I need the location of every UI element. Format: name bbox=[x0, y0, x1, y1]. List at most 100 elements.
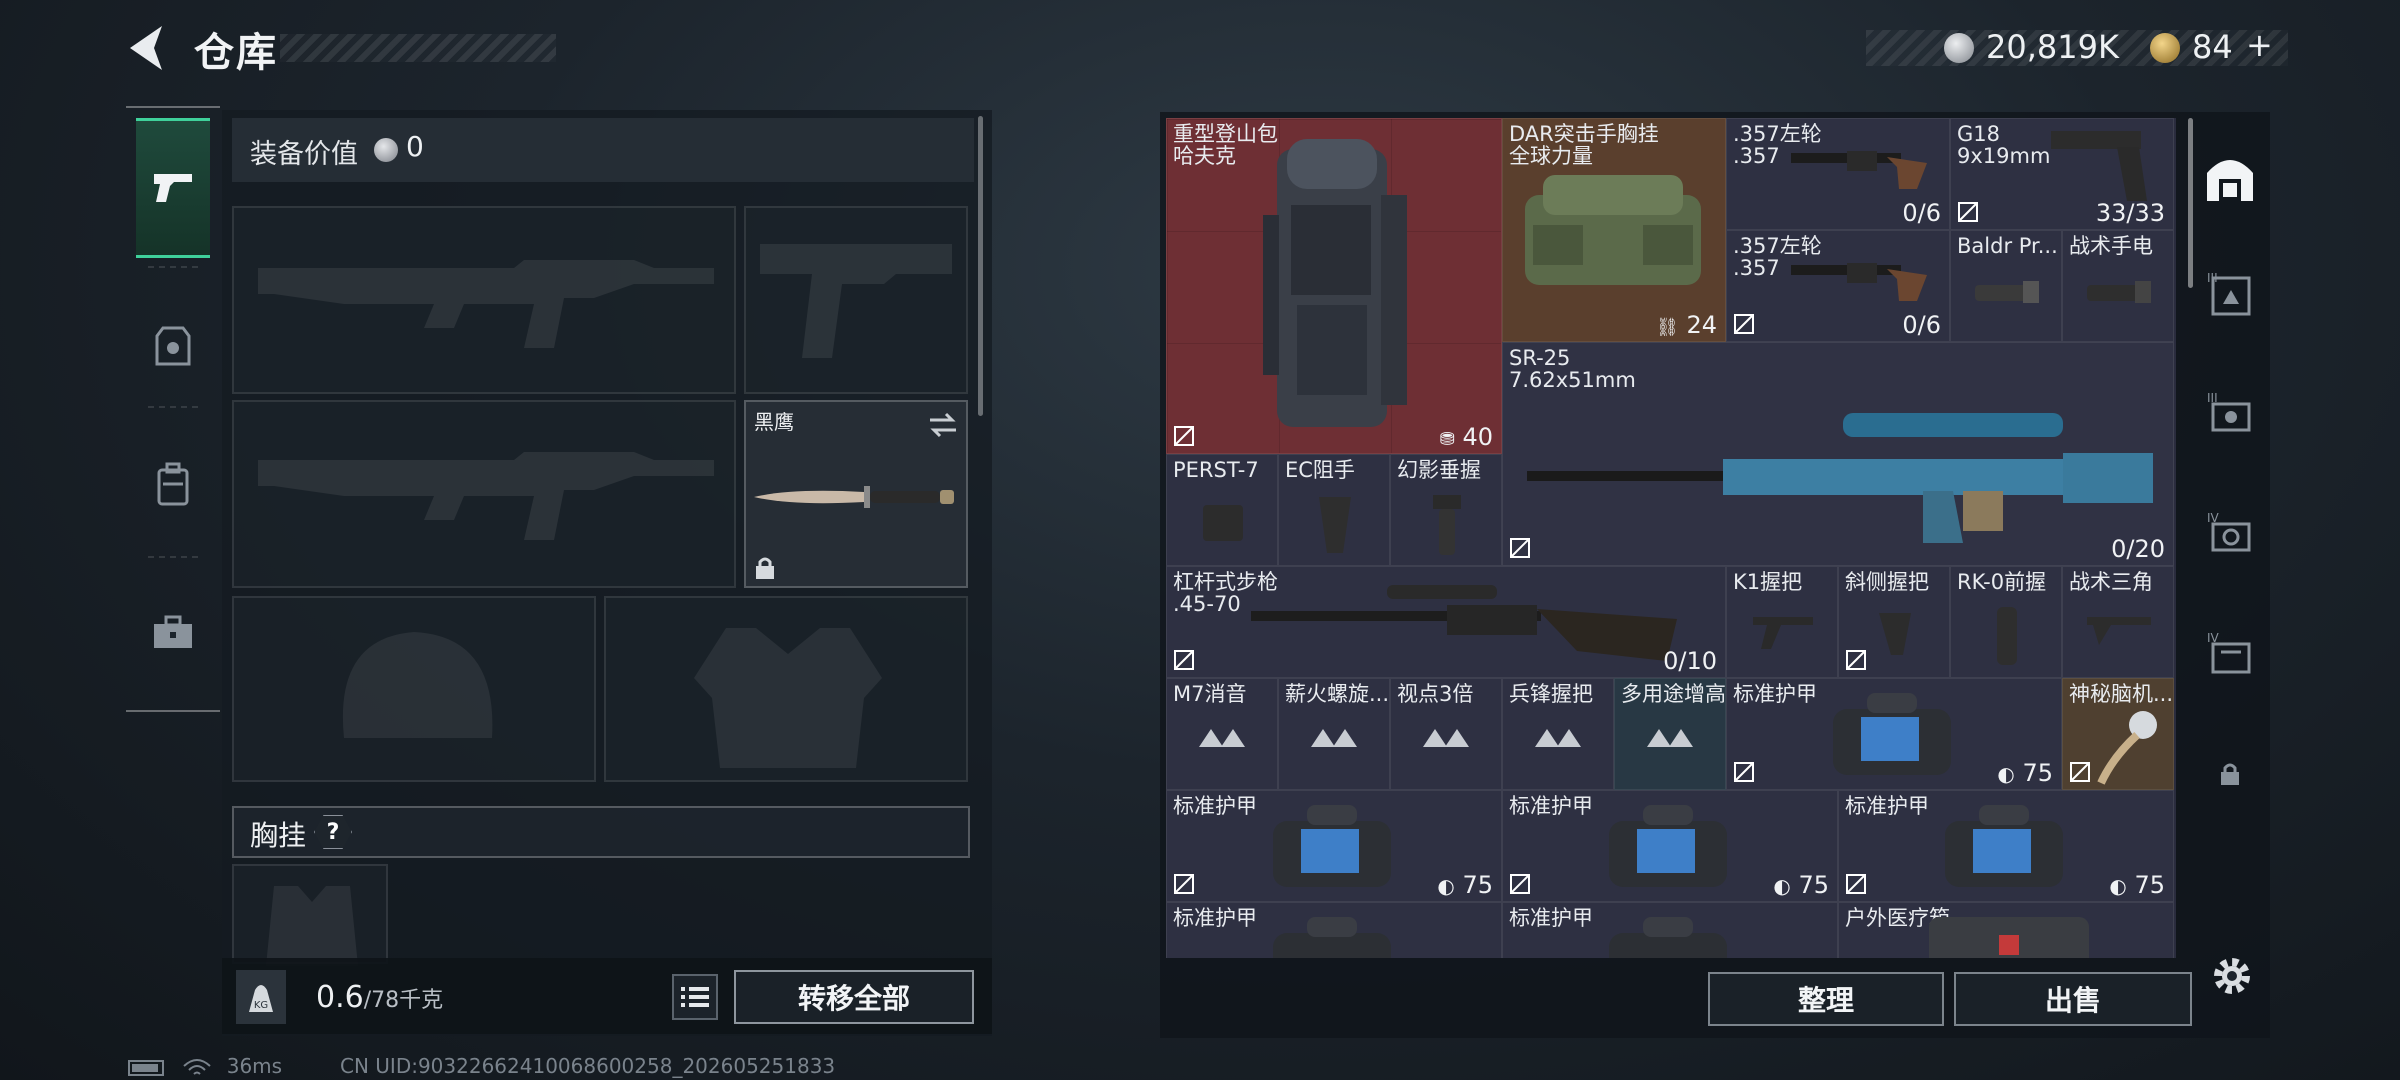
sort-button[interactable]: 整理 bbox=[1708, 972, 1944, 1026]
stash-tab-iii-b[interactable]: III bbox=[2198, 374, 2262, 454]
stash-item-flashlight[interactable]: 战术手电 bbox=[2062, 230, 2174, 342]
stash-item-standard-armor[interactable]: 标准护甲 ◐ 75 bbox=[1502, 790, 1838, 902]
stash-item-standard-armor[interactable]: 标准护甲 bbox=[1502, 902, 1838, 958]
helmet-slot[interactable] bbox=[232, 596, 596, 782]
vertical-grip-icon bbox=[1997, 607, 2017, 665]
sell-button[interactable]: 出售 bbox=[1954, 972, 2192, 1026]
svg-text:KG: KG bbox=[254, 1000, 268, 1011]
add-gold-button[interactable]: + bbox=[2246, 26, 2273, 64]
equipment-scrollbar[interactable] bbox=[978, 116, 983, 416]
primary-weapon-slot[interactable] bbox=[232, 206, 736, 394]
stash-item-backpack[interactable]: 重型登山包 哈夫克 ⛃ 40 bbox=[1166, 118, 1502, 454]
hand-stop-icon bbox=[1319, 497, 1351, 553]
stash-item-sight-3x[interactable]: 视点3倍 bbox=[1390, 678, 1502, 790]
stash-item-chest-rig[interactable]: DAR突击手胸挂 全球力量 ⛓ 24 bbox=[1502, 118, 1726, 342]
stash-item-xinhuo[interactable]: 薪火螺旋... bbox=[1278, 678, 1390, 790]
stash-item-standard-armor[interactable]: 标准护甲 ◐ 75 bbox=[1726, 678, 2062, 790]
flashlight-icon bbox=[2087, 281, 2151, 303]
weight-icon: KG bbox=[236, 970, 286, 1024]
body-armor-slot[interactable] bbox=[604, 596, 968, 782]
stash-item-vanguard-grip[interactable]: 兵锋握把 bbox=[1502, 678, 1614, 790]
lever-rifle-icon bbox=[1251, 585, 1677, 661]
armor-case-icon bbox=[1273, 805, 1391, 887]
equipment-value-label: 装备价值 bbox=[250, 139, 358, 170]
stash-item-rk0-grip[interactable]: RK-0前握 bbox=[1950, 566, 2062, 678]
stash-tab-iv-b[interactable]: IV bbox=[2198, 614, 2262, 694]
armor-case-icon bbox=[1273, 917, 1391, 958]
chest-rig-slot[interactable] bbox=[232, 864, 388, 966]
stash-item-m7-suppressor[interactable]: M7消音 bbox=[1166, 678, 1278, 790]
pistol-icon bbox=[154, 174, 192, 202]
no-insure-icon bbox=[2070, 762, 2090, 782]
stash-item-revolver[interactable]: .357左轮 .357 0/6 bbox=[1726, 118, 1950, 230]
svg-text:IV: IV bbox=[2207, 511, 2220, 525]
knife-icon bbox=[754, 486, 954, 508]
armor-icon bbox=[155, 326, 191, 366]
user-uid: CN UID:90322662410068600258_202605251833 bbox=[340, 1054, 836, 1078]
container-iv-icon: IV bbox=[2207, 511, 2251, 552]
sidearm-slot[interactable] bbox=[744, 206, 968, 394]
list-icon bbox=[681, 987, 709, 1007]
svg-text:IV: IV bbox=[2207, 631, 2220, 645]
stash-item-sr25[interactable]: SR-25 7.62x51mm 0/20 bbox=[1502, 342, 2174, 566]
melee-slot[interactable]: 黑鹰 bbox=[744, 400, 968, 588]
stash-item-revolver[interactable]: .357左轮 .357 0/6 bbox=[1726, 230, 1950, 342]
chest-rig-label: 胸挂 bbox=[250, 819, 307, 852]
stash-item-standard-armor[interactable]: 标准护甲 bbox=[1166, 902, 1502, 958]
stash-item-lever-rifle[interactable]: 杠杆式步枪 .45-70 0/10 bbox=[1166, 566, 1726, 678]
stash-item-phantom-grip[interactable]: 幻影垂握 bbox=[1390, 454, 1502, 566]
rifle-silhouette-icon bbox=[258, 452, 714, 540]
stash-tab-iii-a[interactable]: III bbox=[2198, 254, 2262, 334]
silver-coin-icon bbox=[374, 138, 398, 162]
no-insure-icon bbox=[1510, 538, 1530, 558]
settings-button[interactable] bbox=[2208, 952, 2256, 1000]
list-view-button[interactable] bbox=[672, 974, 718, 1020]
stash-item-angled-grip[interactable]: 斜侧握把 bbox=[1838, 566, 1950, 678]
no-insure-icon bbox=[1958, 202, 1978, 222]
container-iv-icon: IV bbox=[2207, 631, 2251, 674]
sniper-rifle-icon bbox=[1527, 413, 2153, 543]
stash-item-ec-grip[interactable]: EC阻手 bbox=[1278, 454, 1390, 566]
title-decoration bbox=[280, 34, 556, 62]
stash-item-tactical-triangle[interactable]: 战术三角 bbox=[2062, 566, 2174, 678]
stash-item-multi-riser[interactable]: 多用途增高 bbox=[1614, 678, 1726, 790]
transfer-all-button[interactable]: 转移全部 bbox=[734, 970, 974, 1024]
container-iii-icon: III bbox=[2207, 391, 2251, 432]
pistol-silhouette-icon bbox=[760, 244, 952, 358]
stash-item-standard-armor[interactable]: 标准护甲 ◐ 75 bbox=[1838, 790, 2174, 902]
stash-tab-column: III III IV IV bbox=[2198, 118, 2262, 798]
stash-item-medkit[interactable]: 户外医疗箱 bbox=[1838, 902, 2174, 958]
chest-rig-icon bbox=[1525, 175, 1701, 285]
back-button[interactable] bbox=[124, 22, 174, 74]
vertical-grip-icon bbox=[1433, 495, 1461, 555]
stash-item-mystery-bci[interactable]: 神秘脑机... bbox=[2062, 678, 2174, 790]
silver-amount: 20,819K bbox=[1986, 28, 2119, 66]
stash-item-g18[interactable]: G18 9x19mm 33/33 bbox=[1950, 118, 2174, 230]
wifi-icon bbox=[183, 1058, 212, 1075]
stash-tab-locked[interactable] bbox=[2198, 734, 2262, 814]
stash-item-standard-armor[interactable]: 标准护甲 ◐ 75 bbox=[1166, 790, 1502, 902]
gold-coin-icon bbox=[2150, 33, 2180, 63]
backpack-icon bbox=[1263, 139, 1407, 427]
swap-icon[interactable] bbox=[926, 410, 960, 440]
stash-tab-iv-a[interactable]: IV bbox=[2198, 494, 2262, 574]
status-bar: 36ms bbox=[128, 1054, 282, 1078]
category-armor[interactable] bbox=[126, 276, 220, 416]
flashlight-icon bbox=[1975, 281, 2039, 303]
neural-device-icon bbox=[2097, 711, 2157, 785]
svg-text:III: III bbox=[2207, 271, 2218, 285]
stash-tab-main[interactable] bbox=[2198, 138, 2262, 218]
no-insure-icon bbox=[1734, 314, 1754, 334]
stash-scrollbar[interactable] bbox=[2188, 118, 2193, 288]
gold-amount: 84 bbox=[2192, 28, 2233, 66]
gear-icon bbox=[2214, 958, 2250, 994]
battery-icon bbox=[128, 1059, 164, 1076]
stash-item-baldr[interactable]: Baldr Pr... bbox=[1950, 230, 2062, 342]
category-weapons[interactable] bbox=[136, 118, 210, 258]
category-backpack[interactable] bbox=[126, 414, 220, 554]
stash-item-k1-grip[interactable]: K1握把 bbox=[1726, 566, 1838, 678]
secondary-weapon-slot[interactable] bbox=[232, 400, 736, 588]
stash-item-perst7[interactable]: PERST-7 bbox=[1166, 454, 1278, 566]
unidentified-item-icon bbox=[1423, 729, 1469, 747]
category-toolbox[interactable] bbox=[126, 562, 220, 702]
